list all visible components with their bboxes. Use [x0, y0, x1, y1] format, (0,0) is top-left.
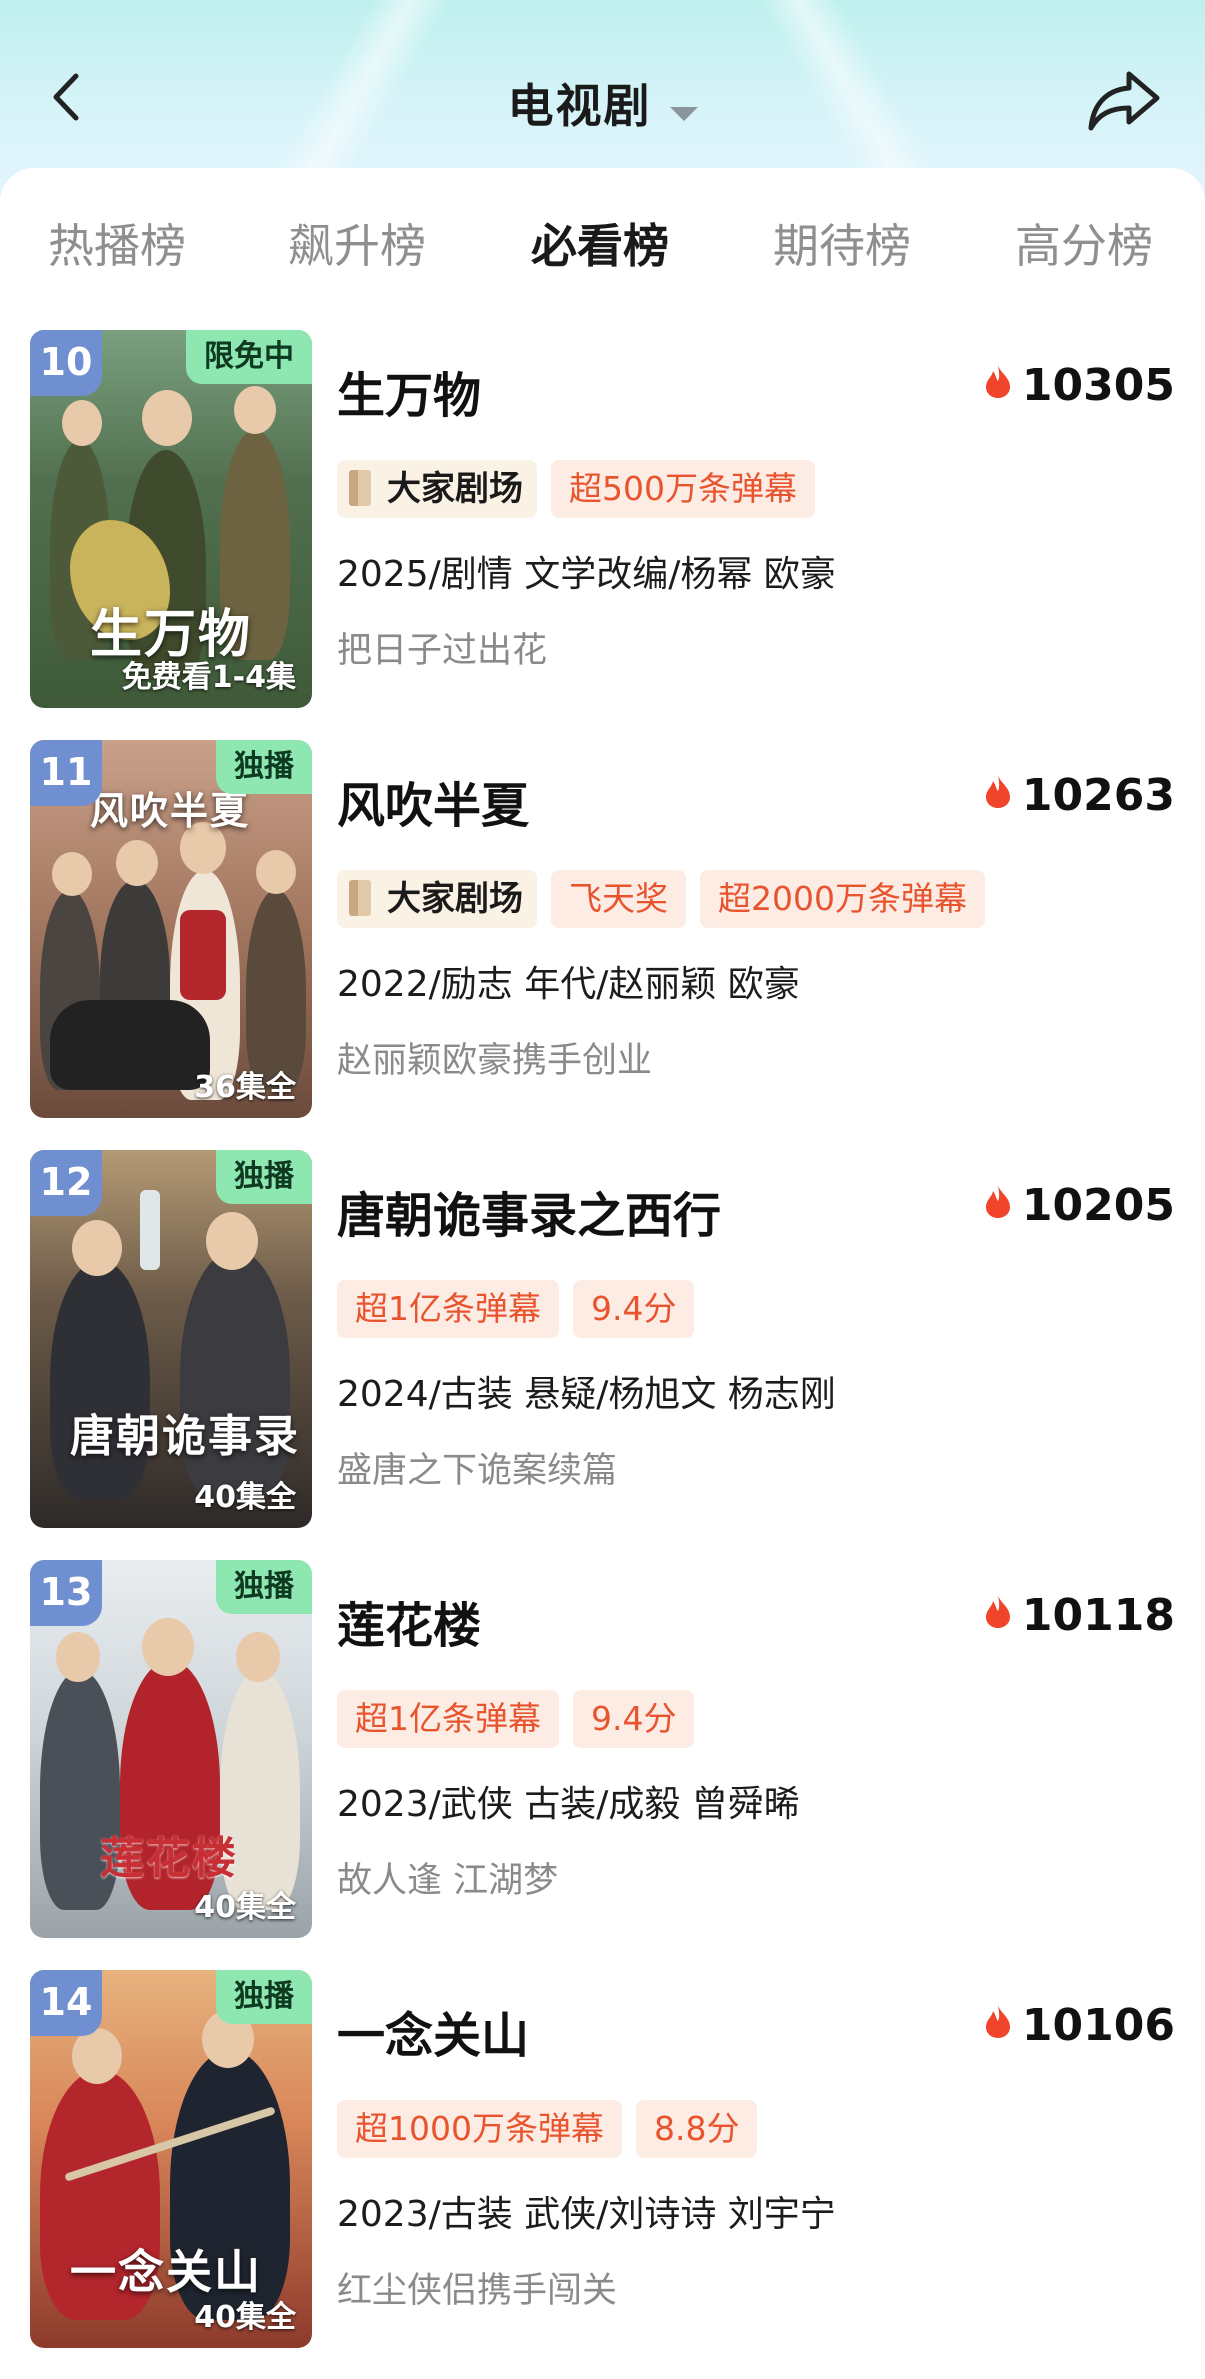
poster[interactable]: 生万物 10 限免中 免费看1-4集 — [30, 330, 312, 708]
tab-rising[interactable]: 飙升榜 — [257, 210, 457, 276]
list-item[interactable]: 生万物 10 限免中 免费看1-4集 生万物 10305 大家剧场 超500万条弹… — [0, 330, 1205, 710]
show-title: 风吹半夏 — [337, 778, 530, 834]
theater-badge: 大家剧场 — [337, 870, 537, 928]
danmaku-badge: 超500万条弹幕 — [551, 460, 815, 518]
rank-badge: 11 — [30, 740, 102, 806]
episode-info: 40集全 — [194, 1480, 296, 1515]
flame-icon — [984, 1179, 1012, 1230]
status-badge: 独播 — [216, 1560, 312, 1614]
award-badge: 飞天奖 — [551, 870, 686, 928]
badge-row: 大家剧场 超500万条弹幕 — [337, 460, 829, 518]
show-meta: 2023/古装 武侠/刘诗诗 刘宇宁 — [337, 2194, 836, 2235]
heat-score: 10263 — [984, 770, 1175, 824]
tab-anticipated[interactable]: 期待榜 — [742, 210, 942, 276]
show-meta: 2025/剧情 文学改编/杨幂 欧豪 — [337, 554, 836, 595]
page-title: 电视剧 — [507, 79, 652, 133]
flame-icon — [984, 359, 1012, 410]
danmaku-badge: 超1亿条弹幕 — [337, 1280, 559, 1338]
badge-row: 超1000万条弹幕 8.8分 — [337, 2100, 771, 2158]
show-meta: 2023/武侠 古装/成毅 曾舜晞 — [337, 1784, 800, 1825]
score-badge: 9.4分 — [573, 1280, 695, 1338]
episode-info: 免费看1-4集 — [121, 660, 296, 695]
tab-hot[interactable]: 热播榜 — [17, 210, 217, 276]
rank-badge: 13 — [30, 1560, 102, 1626]
rank-badge: 14 — [30, 1970, 102, 2036]
status-badge: 独播 — [216, 1970, 312, 2024]
badge-row: 大家剧场 飞天奖 超2000万条弹幕 — [337, 870, 999, 928]
show-desc: 红尘侠侣携手闯关 — [337, 2271, 618, 2311]
status-badge: 限免中 — [186, 330, 312, 384]
show-meta: 2022/励志 年代/赵丽颖 欧豪 — [337, 964, 800, 1005]
show-title: 莲花楼 — [337, 1598, 482, 1654]
flame-icon — [984, 1589, 1012, 1640]
top-bar: 电视剧 — [0, 40, 1205, 160]
flame-icon — [984, 1999, 1012, 2050]
ranking-tabs: 热播榜 飙升榜 必看榜 期待榜 高分榜 — [0, 200, 1205, 300]
list-item[interactable]: 一念关山 14 独播 40集全 一念关山 10106 超1000万条弹幕 8.8分… — [0, 1970, 1205, 2350]
danmaku-badge: 超1亿条弹幕 — [337, 1690, 559, 1748]
danmaku-badge: 超1000万条弹幕 — [337, 2100, 622, 2158]
rank-badge: 12 — [30, 1150, 102, 1216]
show-desc: 盛唐之下诡案续篇 — [337, 1451, 618, 1491]
poster[interactable]: 莲花楼 13 独播 40集全 — [30, 1560, 312, 1938]
danmaku-badge: 超2000万条弹幕 — [700, 870, 985, 928]
share-button[interactable] — [1085, 66, 1165, 136]
book-icon — [349, 470, 371, 506]
tab-high-score[interactable]: 高分榜 — [984, 210, 1184, 276]
status-badge: 独播 — [216, 740, 312, 794]
poster-title: 莲花楼 — [100, 1833, 238, 1884]
heat-score: 10205 — [984, 1180, 1175, 1234]
show-title: 唐朝诡事录之西行 — [337, 1188, 722, 1244]
episode-info: 36集全 — [194, 1070, 296, 1105]
status-badge: 独播 — [216, 1150, 312, 1204]
heat-score: 10305 — [984, 360, 1175, 414]
heat-score: 10118 — [984, 1590, 1175, 1644]
poster[interactable]: 风吹半夏 11 独播 36集全 — [30, 740, 312, 1118]
list-item[interactable]: 唐朝诡事录 12 独播 40集全 唐朝诡事录之西行 10205 超1亿条弹幕 9.… — [0, 1150, 1205, 1530]
badge-row: 超1亿条弹幕 9.4分 — [337, 1690, 708, 1748]
caret-down-icon — [669, 106, 698, 121]
episode-info: 40集全 — [194, 1890, 296, 1925]
badge-row: 超1亿条弹幕 9.4分 — [337, 1280, 708, 1338]
heat-score: 10106 — [984, 2000, 1175, 2054]
tab-must-watch[interactable]: 必看榜 — [500, 210, 700, 286]
flame-icon — [984, 769, 1012, 820]
list-item[interactable]: 莲花楼 13 独播 40集全 莲花楼 10118 超1亿条弹幕 9.4分 2023… — [0, 1560, 1205, 1940]
book-icon — [349, 880, 371, 916]
show-desc: 故人逢 江湖梦 — [337, 1861, 559, 1901]
poster[interactable]: 一念关山 14 独播 40集全 — [30, 1970, 312, 2348]
list-item[interactable]: 风吹半夏 11 独播 36集全 风吹半夏 10263 大家剧场 飞天奖 超2000万… — [0, 740, 1205, 1120]
active-tab-indicator — [560, 272, 640, 286]
rank-badge: 10 — [30, 330, 102, 396]
show-title: 一念关山 — [337, 2008, 530, 2064]
poster[interactable]: 唐朝诡事录 12 独播 40集全 — [30, 1150, 312, 1528]
category-selector[interactable]: 电视剧 — [0, 70, 1205, 136]
share-icon — [1088, 71, 1160, 131]
score-badge: 9.4分 — [573, 1690, 695, 1748]
show-meta: 2024/古装 悬疑/杨旭文 杨志刚 — [337, 1374, 836, 1415]
episode-info: 40集全 — [194, 2300, 296, 2335]
poster-title: 唐朝诡事录 — [70, 1411, 300, 1462]
show-desc: 赵丽颖欧豪携手创业 — [337, 1041, 653, 1081]
show-desc: 把日子过出花 — [337, 631, 548, 671]
score-badge: 8.8分 — [635, 2100, 758, 2158]
show-title: 生万物 — [337, 368, 482, 424]
theater-badge: 大家剧场 — [337, 460, 537, 518]
